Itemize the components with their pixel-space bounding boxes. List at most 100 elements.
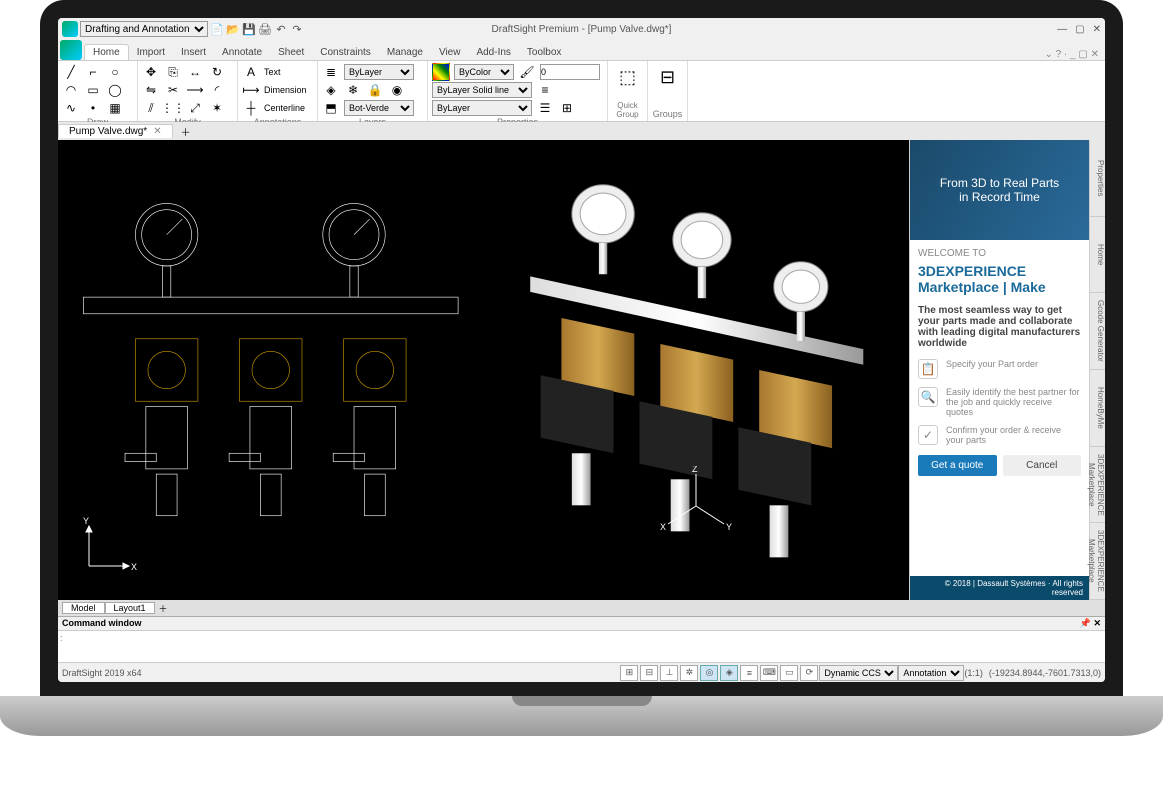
list-icon[interactable]: ☰ — [536, 99, 554, 117]
layout-tab-layout1[interactable]: Layout1 — [105, 602, 155, 614]
layer-freeze-icon[interactable]: ❄ — [344, 81, 362, 99]
tab-manage[interactable]: Manage — [379, 45, 431, 60]
layer-select[interactable]: ByLayer — [344, 64, 414, 80]
line-icon[interactable]: ╱ — [62, 63, 80, 81]
tab-insert[interactable]: Insert — [173, 45, 214, 60]
quick-group-icon[interactable]: ⬚ — [614, 63, 642, 91]
move-icon[interactable]: ✥ — [142, 63, 160, 81]
text-icon[interactable]: A — [242, 63, 260, 81]
app-menu-icon[interactable] — [60, 40, 82, 60]
redo-icon[interactable]: ↷ — [290, 22, 304, 36]
layer-manager-icon[interactable]: ≣ — [322, 63, 340, 81]
sb-snap-icon[interactable]: ⊞ — [620, 665, 638, 681]
point-icon[interactable]: • — [84, 99, 102, 117]
explode-icon[interactable]: ✶ — [208, 99, 226, 117]
linetype-select[interactable]: ByLayer Solid line — [432, 82, 532, 98]
new-icon[interactable]: 📄 — [210, 22, 224, 36]
tab-close-icon[interactable]: ✕ — [153, 126, 161, 137]
circle-icon[interactable]: ○ — [106, 63, 124, 81]
sb-model-icon[interactable]: ▭ — [780, 665, 798, 681]
side-tab-properties[interactable]: Properties — [1090, 140, 1105, 217]
spline-icon[interactable]: ∿ — [62, 99, 80, 117]
sb-grid-icon[interactable]: ⊟ — [640, 665, 658, 681]
sb-cycle-icon[interactable]: ⟳ — [800, 665, 818, 681]
command-input[interactable] — [60, 633, 1103, 643]
centerline-icon[interactable]: ┼ — [242, 99, 260, 117]
document-tab[interactable]: Pump Valve.dwg* ✕ — [58, 124, 173, 138]
add-tab-icon[interactable]: ＋ — [175, 124, 197, 139]
dynamic-ccs-select[interactable]: Dynamic CCS — [819, 665, 898, 681]
cancel-button[interactable]: Cancel — [1003, 455, 1082, 476]
laptop-base — [0, 696, 1163, 736]
mirror-icon[interactable]: ⇋ — [142, 81, 160, 99]
extend-icon[interactable]: ⟶ — [186, 81, 204, 99]
lineweight-select[interactable]: ByLayer — [432, 100, 532, 116]
tab-annotate[interactable]: Annotate — [214, 45, 270, 60]
side-tab-marketplace-2[interactable]: 3DEXPERIENCE Marketplace — [1090, 523, 1105, 600]
layer-lock-icon[interactable]: 🔒 — [366, 81, 384, 99]
polyline-icon[interactable]: ⌐ — [84, 63, 102, 81]
side-tab-home[interactable]: Home — [1090, 217, 1105, 294]
open-icon[interactable]: 📂 — [226, 22, 240, 36]
viewport-2d[interactable]: XY — [59, 141, 483, 599]
layer-state-select[interactable]: Bot-Verde — [344, 100, 414, 116]
undo-icon[interactable]: ↶ — [274, 22, 288, 36]
text-label: Text — [264, 67, 281, 77]
sb-ortho-icon[interactable]: ⊥ — [660, 665, 678, 681]
close-icon[interactable]: ✕ — [1093, 24, 1101, 35]
tab-constraints[interactable]: Constraints — [312, 45, 379, 60]
stretch-icon[interactable]: ↔ — [186, 63, 204, 81]
side-tab-gcode[interactable]: Gcode Generator — [1090, 293, 1105, 370]
arc-icon[interactable]: ◠ — [62, 81, 80, 99]
cmd-close-icon[interactable]: ✕ — [1093, 618, 1101, 628]
sb-qinput-icon[interactable]: ⌨ — [760, 665, 778, 681]
dimension-icon[interactable]: ⟼ — [242, 81, 260, 99]
side-tab-marketplace[interactable]: 3DEXPERIENCE Marketplace — [1090, 447, 1105, 524]
sb-polar-icon[interactable]: ✲ — [680, 665, 698, 681]
help-icon[interactable]: ⌄ ? · _ ▢ ✕ — [1044, 49, 1099, 60]
side-tab-homebyme[interactable]: HomeByMe — [1090, 370, 1105, 447]
ellipse-icon[interactable]: ◯ — [106, 81, 124, 99]
tab-addins[interactable]: Add-Ins — [468, 45, 518, 60]
print-icon[interactable]: 🖨 — [258, 22, 272, 36]
color-swatch-icon[interactable] — [432, 63, 450, 81]
rotate-icon[interactable]: ↻ — [208, 63, 226, 81]
annotation-select[interactable]: Annotation — [898, 665, 964, 681]
tab-view[interactable]: View — [431, 45, 469, 60]
cmd-pin-icon[interactable]: 📌 — [1080, 618, 1091, 628]
array-icon[interactable]: ⋮⋮ — [164, 99, 182, 117]
sb-etrack-icon[interactable]: ◈ — [720, 665, 738, 681]
copy-icon[interactable]: ⎘ — [164, 63, 182, 81]
sb-lwt-icon[interactable]: ≡ — [740, 665, 758, 681]
offset-icon[interactable]: ⫽ — [142, 99, 160, 117]
ribbon-group-properties: ByColor🖌 ByLayer Solid line≡ ByLayer☰⊞ P… — [428, 61, 608, 121]
add-layout-icon[interactable]: ＋ — [155, 602, 172, 615]
fillet-icon[interactable]: ◜ — [208, 81, 226, 99]
tab-home[interactable]: Home — [84, 44, 129, 60]
match-props-icon[interactable]: 🖌 — [518, 63, 536, 81]
get-quote-button[interactable]: Get a quote — [918, 455, 997, 476]
layer-off-icon[interactable]: ◉ — [388, 81, 406, 99]
sb-esnap-icon[interactable]: ◎ — [700, 665, 718, 681]
rect-icon[interactable]: ▭ — [84, 81, 102, 99]
hatch-icon[interactable]: ▦ — [106, 99, 124, 117]
groups-icon[interactable]: ⊟ — [654, 63, 682, 91]
scale-icon[interactable]: ⤢ — [186, 99, 204, 117]
tab-toolbox[interactable]: Toolbox — [519, 45, 569, 60]
tab-import[interactable]: Import — [129, 45, 173, 60]
trim-icon[interactable]: ✂ — [164, 81, 182, 99]
props-icon[interactable]: ⊞ — [558, 99, 576, 117]
prop-value-input[interactable] — [540, 64, 600, 80]
minimize-icon[interactable]: — — [1057, 24, 1067, 35]
tab-sheet[interactable]: Sheet — [270, 45, 312, 60]
layer-iso-icon[interactable]: ◈ — [322, 81, 340, 99]
color-select[interactable]: ByColor — [454, 64, 514, 80]
layout-tab-model[interactable]: Model — [62, 602, 105, 614]
maximize-icon[interactable]: ▢ — [1075, 24, 1084, 35]
workspace-select[interactable]: Drafting and Annotation — [80, 21, 208, 37]
save-icon[interactable]: 💾 — [242, 22, 256, 36]
layer-state-icon[interactable]: ⬒ — [322, 99, 340, 117]
viewport-3d[interactable]: ZXY — [485, 141, 909, 599]
svg-text:X: X — [131, 562, 137, 572]
linetype-icon[interactable]: ≡ — [536, 81, 554, 99]
